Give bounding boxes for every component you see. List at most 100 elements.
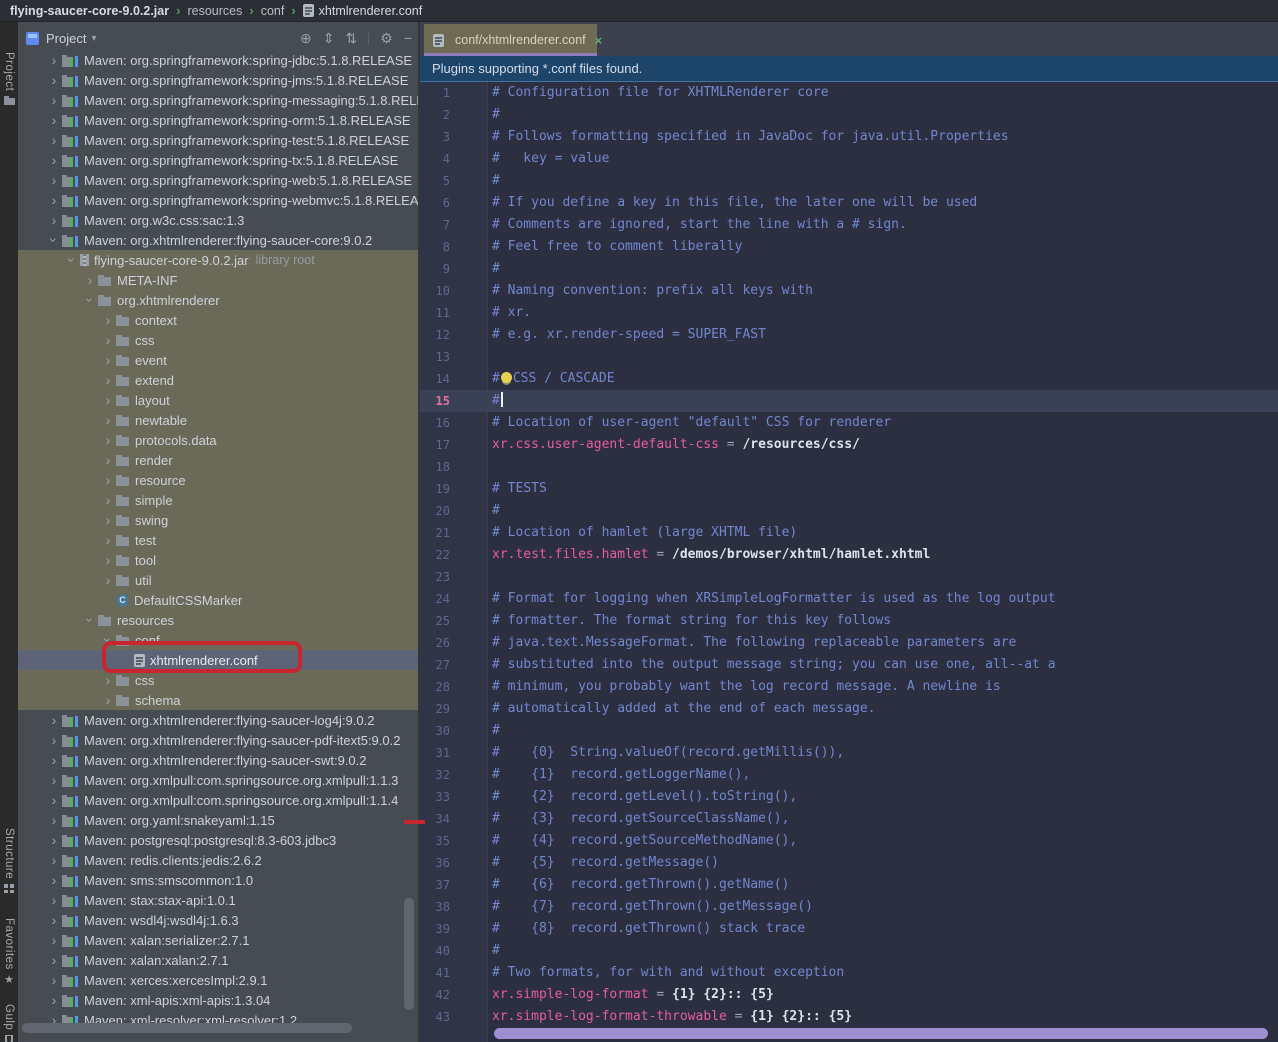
chevron-expanded-icon[interactable]: › <box>101 632 115 648</box>
tree-item-maven-wsdl4j-wsdl4j-1-6-3[interactable]: ›Maven: wsdl4j:wsdl4j:1.6.3 <box>18 910 420 930</box>
breadcrumb-item[interactable]: conf <box>261 4 285 18</box>
chevron-collapsed-icon[interactable]: › <box>46 853 62 867</box>
chevron-collapsed-icon[interactable]: › <box>100 693 116 707</box>
tree-item-resources[interactable]: ›resources <box>18 610 420 630</box>
intention-bulb-icon[interactable] <box>501 372 512 383</box>
tree-horizontal-scrollbar[interactable] <box>22 1023 352 1033</box>
tree-item-css[interactable]: ›css <box>18 330 420 350</box>
tree-item-maven-xalan-serializer-2-7-1[interactable]: ›Maven: xalan:serializer:2.7.1 <box>18 930 420 950</box>
chevron-collapsed-icon[interactable]: › <box>100 493 116 507</box>
tree-item-maven-stax-stax-api-1-0-1[interactable]: ›Maven: stax:stax-api:1.0.1 <box>18 890 420 910</box>
chevron-collapsed-icon[interactable]: › <box>100 513 116 527</box>
chevron-collapsed-icon[interactable]: › <box>46 893 62 907</box>
settings-icon[interactable]: ⚙ <box>380 30 393 46</box>
chevron-collapsed-icon[interactable]: › <box>46 913 62 927</box>
expand-all-icon[interactable]: ⇕ <box>323 30 335 46</box>
chevron-collapsed-icon[interactable]: › <box>46 213 62 227</box>
close-icon[interactable]: × <box>595 33 603 48</box>
editor-horizontal-scrollbar[interactable] <box>494 1028 1268 1039</box>
chevron-collapsed-icon[interactable]: › <box>46 993 62 1007</box>
chevron-collapsed-icon[interactable]: › <box>46 733 62 747</box>
chevron-expanded-icon[interactable]: › <box>83 612 97 628</box>
tree-item-defaultcssmarker[interactable]: ›CDefaultCSSMarker <box>18 590 420 610</box>
tree-item-maven-org-xmlpull-com-springsource-org-x[interactable]: ›Maven: org.xmlpull:com.springsource.org… <box>18 770 420 790</box>
chevron-collapsed-icon[interactable]: › <box>46 113 62 127</box>
chevron-collapsed-icon[interactable]: › <box>100 313 116 327</box>
chevron-collapsed-icon[interactable]: › <box>100 473 116 487</box>
tree-item-context[interactable]: ›context <box>18 310 420 330</box>
chevron-collapsed-icon[interactable]: › <box>46 793 62 807</box>
tree-item-resource[interactable]: ›resource <box>18 470 420 490</box>
chevron-collapsed-icon[interactable]: › <box>100 673 116 687</box>
tree-item-maven-org-xhtmlrenderer-flying-saucer-pd[interactable]: ›Maven: org.xhtmlrenderer:flying-saucer-… <box>18 730 420 750</box>
tree-item-maven-org-xhtmlrenderer-flying-saucer-co[interactable]: ›Maven: org.xhtmlrenderer:flying-saucer-… <box>18 230 420 250</box>
tree-item-maven-org-yaml-snakeyaml-1-15[interactable]: ›Maven: org.yaml:snakeyaml:1.15 <box>18 810 420 830</box>
chevron-collapsed-icon[interactable]: › <box>46 953 62 967</box>
tree-item-maven-org-springframework-spring-orm-5-1[interactable]: ›Maven: org.springframework:spring-orm:5… <box>18 110 420 130</box>
chevron-down-icon[interactable]: ▾ <box>91 33 96 44</box>
chevron-collapsed-icon[interactable]: › <box>100 333 116 347</box>
chevron-collapsed-icon[interactable]: › <box>46 53 62 67</box>
project-tree[interactable]: ›Maven: org.springframework:spring-jdbc:… <box>18 22 420 1042</box>
tree-vertical-scrollbar[interactable] <box>404 898 414 1010</box>
tree-item-tool[interactable]: ›tool <box>18 550 420 570</box>
chevron-collapsed-icon[interactable]: › <box>46 933 62 947</box>
tree-item-maven-org-springframework-spring-jms-5-1[interactable]: ›Maven: org.springframework:spring-jms:5… <box>18 70 420 90</box>
tree-item-xhtmlrenderer-conf[interactable]: ›xhtmlrenderer.conf <box>18 650 420 670</box>
chevron-collapsed-icon[interactable]: › <box>100 553 116 567</box>
tree-item-extend[interactable]: ›extend <box>18 370 420 390</box>
tree-item-maven-xml-apis-xml-apis-1-3-04[interactable]: ›Maven: xml-apis:xml-apis:1.3.04 <box>18 990 420 1010</box>
chevron-collapsed-icon[interactable]: › <box>100 573 116 587</box>
tree-item-maven-org-springframework-spring-webmvc-[interactable]: ›Maven: org.springframework:spring-webmv… <box>18 190 420 210</box>
tree-item-maven-postgresql-postgresql-8-3-603-jdbc[interactable]: ›Maven: postgresql:postgresql:8.3-603.jd… <box>18 830 420 850</box>
chevron-collapsed-icon[interactable]: › <box>46 773 62 787</box>
tab-xhtmlrenderer-conf[interactable]: conf/xhtmlrenderer.conf × <box>424 24 597 56</box>
breadcrumb-item[interactable]: xhtmlrenderer.conf <box>319 4 423 18</box>
stripe-button-structure[interactable]: Structure <box>0 828 18 893</box>
stripe-button-gulp[interactable]: Gulp <box>0 1004 18 1042</box>
chevron-collapsed-icon[interactable]: › <box>46 93 62 107</box>
tree-item-meta-inf[interactable]: ›META-INF <box>18 270 420 290</box>
chevron-expanded-icon[interactable]: › <box>65 252 79 268</box>
tree-item-maven-org-xhtmlrenderer-flying-saucer-sw[interactable]: ›Maven: org.xhtmlrenderer:flying-saucer-… <box>18 750 420 770</box>
breadcrumb-item[interactable]: resources <box>187 4 242 18</box>
tree-item-maven-xalan-xalan-2-7-1[interactable]: ›Maven: xalan:xalan:2.7.1 <box>18 950 420 970</box>
tree-item-test[interactable]: ›test <box>18 530 420 550</box>
chevron-collapsed-icon[interactable]: › <box>46 133 62 147</box>
chevron-collapsed-icon[interactable]: › <box>100 373 116 387</box>
chevron-expanded-icon[interactable]: › <box>47 232 61 248</box>
chevron-collapsed-icon[interactable]: › <box>46 753 62 767</box>
chevron-collapsed-icon[interactable]: › <box>100 433 116 447</box>
chevron-collapsed-icon[interactable]: › <box>46 873 62 887</box>
chevron-expanded-icon[interactable]: › <box>83 292 97 308</box>
breadcrumb-item[interactable]: flying-saucer-core-9.0.2.jar <box>10 4 169 18</box>
tree-item-simple[interactable]: ›simple <box>18 490 420 510</box>
code-editor[interactable]: 1# Configuration file for XHTMLRenderer … <box>420 82 1278 1042</box>
chevron-collapsed-icon[interactable]: › <box>46 973 62 987</box>
chevron-collapsed-icon[interactable]: › <box>82 273 98 287</box>
tree-item-swing[interactable]: ›swing <box>18 510 420 530</box>
tree-item-maven-org-springframework-spring-tx-5-1-[interactable]: ›Maven: org.springframework:spring-tx:5.… <box>18 150 420 170</box>
chevron-collapsed-icon[interactable]: › <box>46 73 62 87</box>
stripe-button-favorites[interactable]: Favorites★ <box>0 918 18 985</box>
tree-item-maven-org-springframework-spring-web-5-1[interactable]: ›Maven: org.springframework:spring-web:5… <box>18 170 420 190</box>
stripe-button-project[interactable]: Project <box>0 52 18 105</box>
chevron-collapsed-icon[interactable]: › <box>100 353 116 367</box>
tree-item-org-xhtmlrenderer[interactable]: ›org.xhtmlrenderer <box>18 290 420 310</box>
chevron-collapsed-icon[interactable]: › <box>100 453 116 467</box>
tree-item-flying-saucer-core-9-0-2-jar[interactable]: ›flying-saucer-core-9.0.2.jarlibrary roo… <box>18 250 420 270</box>
chevron-collapsed-icon[interactable]: › <box>46 173 62 187</box>
chevron-collapsed-icon[interactable]: › <box>46 713 62 727</box>
tree-item-render[interactable]: ›render <box>18 450 420 470</box>
tree-item-maven-org-xhtmlrenderer-flying-saucer-lo[interactable]: ›Maven: org.xhtmlrenderer:flying-saucer-… <box>18 710 420 730</box>
tree-item-schema[interactable]: ›schema <box>18 690 420 710</box>
chevron-collapsed-icon[interactable]: › <box>46 833 62 847</box>
tree-item-maven-redis-clients-jedis-2-6-2[interactable]: ›Maven: redis.clients:jedis:2.6.2 <box>18 850 420 870</box>
tree-item-maven-org-w3c-css-sac-1-3[interactable]: ›Maven: org.w3c.css:sac:1.3 <box>18 210 420 230</box>
chevron-collapsed-icon[interactable]: › <box>100 413 116 427</box>
chevron-collapsed-icon[interactable]: › <box>46 153 62 167</box>
tree-item-event[interactable]: ›event <box>18 350 420 370</box>
chevron-collapsed-icon[interactable]: › <box>46 193 62 207</box>
tree-item-css[interactable]: ›css <box>18 670 420 690</box>
tree-item-maven-xerces-xercesimpl-2-9-1[interactable]: ›Maven: xerces:xercesImpl:2.9.1 <box>18 970 420 990</box>
